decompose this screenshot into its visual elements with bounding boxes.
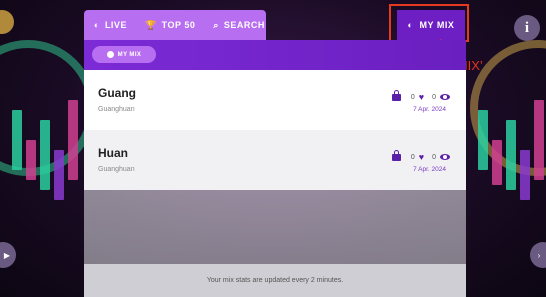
- nav-live-label: LIVE: [104, 20, 127, 30]
- lock-icon: [391, 149, 401, 161]
- heart-icon: ♥: [418, 152, 425, 162]
- bg-decor-bar: [26, 140, 36, 180]
- bg-decor-bar: [534, 100, 544, 180]
- mix-list-item[interactable]: Huan Guanghuan 0 ♥ 0 7 Apr. 2024: [84, 130, 466, 190]
- nav-top50-label: TOP 50: [161, 20, 196, 30]
- mix-stats: 0 ♥ 0: [391, 89, 450, 102]
- footer-note: Your mix stats are updated every 2 minut…: [206, 277, 344, 284]
- likes-count: 0: [410, 93, 415, 101]
- bg-decor-bar: [492, 140, 502, 185]
- my-mix-chip[interactable]: MY MIX: [92, 46, 156, 63]
- bg-decor-bar: [520, 150, 530, 200]
- half-circle-icon: ◐: [94, 20, 100, 30]
- heart-icon: ♥: [418, 92, 425, 102]
- bg-decor-bar: [478, 110, 488, 170]
- info-button[interactable]: i: [514, 15, 540, 41]
- annotation-highlight-box: [389, 4, 469, 42]
- my-mix-panel: MY MIX Guang Guanghuan 0 ♥ 0 7 Apr. 2024…: [84, 40, 466, 297]
- empty-list-area: [84, 190, 466, 272]
- nav-top50[interactable]: 🏆 TOP 50: [145, 20, 195, 31]
- stats-footer: Your mix stats are updated every 2 minut…: [84, 264, 466, 297]
- nav-search-label: SEARCH: [223, 20, 265, 30]
- play-icon: ▶: [3, 250, 11, 260]
- likes-count: 0: [410, 153, 415, 161]
- mix-date: 7 Apr. 2024: [413, 166, 446, 173]
- chevron-right-icon: ›: [537, 250, 541, 260]
- eye-icon: [440, 94, 450, 100]
- bg-decor-bar: [506, 120, 516, 190]
- views-count: 0: [432, 153, 436, 161]
- info-icon: i: [524, 19, 530, 36]
- trophy-icon: 🏆: [144, 19, 157, 30]
- views-count: 0: [432, 93, 436, 101]
- bg-decor-bar: [40, 120, 50, 190]
- bg-decor-bar: [12, 110, 22, 170]
- mix-stats: 0 ♥ 0: [391, 149, 450, 162]
- my-mix-chip-label: MY MIX: [117, 51, 142, 58]
- mix-date: 7 Apr. 2024: [413, 106, 446, 113]
- user-icon: [106, 51, 114, 58]
- bg-decor-bar: [54, 150, 64, 200]
- panel-header: MY MIX: [84, 40, 466, 70]
- eye-icon: [440, 154, 450, 160]
- top-navigation: ◐ LIVE 🏆 TOP 50 ⌕ SEARCH: [84, 10, 266, 40]
- search-icon: ⌕: [213, 19, 219, 30]
- bg-decor-bar: [68, 100, 78, 180]
- nav-search[interactable]: ⌕ SEARCH: [213, 20, 265, 31]
- nav-live[interactable]: ◐ LIVE: [94, 20, 127, 30]
- mix-list-item[interactable]: Guang Guanghuan 0 ♥ 0 7 Apr. 2024: [84, 70, 466, 130]
- mix-author: Guanghuan: [98, 106, 135, 113]
- mix-author: Guanghuan: [98, 166, 135, 173]
- lock-icon: [391, 89, 401, 101]
